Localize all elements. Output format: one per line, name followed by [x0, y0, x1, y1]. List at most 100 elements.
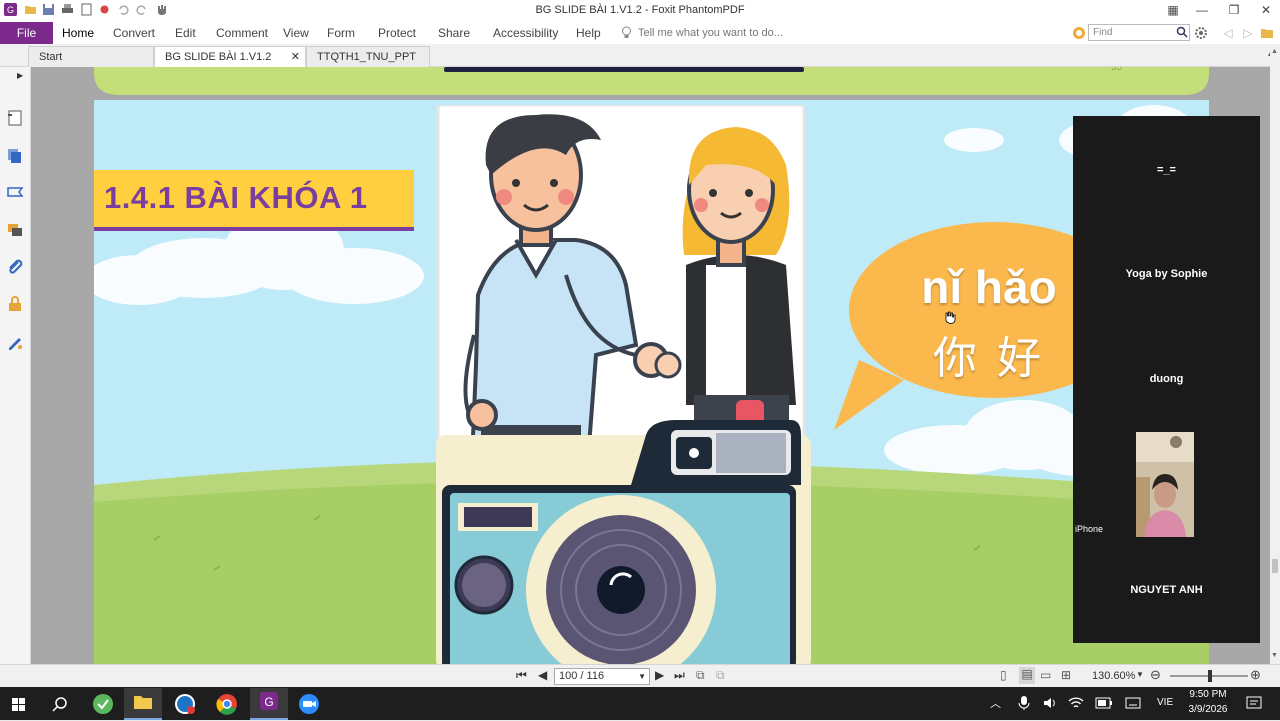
clock-date[interactable]: 3/9/2026 [1184, 704, 1232, 715]
volume-icon[interactable] [1042, 695, 1058, 711]
folder-icon [134, 696, 152, 709]
scroll-down-icon[interactable]: ▼ [1271, 652, 1278, 659]
bookmarks-icon[interactable] [6, 184, 24, 202]
scroll-thumb[interactable] [1272, 559, 1278, 573]
tell-me-search[interactable]: Tell me what you want to do... [638, 27, 783, 39]
document-tabs: Start BG SLIDE BÀI 1.V1.2 ✕ TTQTH1_TNU_PP… [0, 44, 1280, 83]
tab-ttqth1[interactable]: TTQTH1_TNU_PPT B... [306, 46, 430, 83]
menu-edit[interactable]: Edit [175, 26, 196, 40]
window-title: BG SLIDE BÀI 1.V1.2 - Foxit PhantomPDF [535, 4, 745, 16]
app-green-icon[interactable] [84, 691, 122, 719]
ribbon-menu: File Home Convert Edit Comment View Form… [0, 22, 1280, 44]
menu-comment[interactable]: Comment [216, 26, 268, 40]
tab-bg-slide[interactable]: BG SLIDE BÀI 1.V1.2 ✕ [154, 46, 306, 67]
slide-page: 1.4.1 BÀI KHÓA 1 nǐ hǎo 你 好 [94, 100, 1209, 664]
attachments-icon[interactable] [6, 258, 24, 276]
handshake-illustration [436, 105, 811, 664]
single-page-icon[interactable]: ▯ [1000, 668, 1007, 682]
previous-page-bottom [94, 67, 1209, 95]
previous-page-number: 35 [1111, 67, 1123, 73]
zoom-slider-thumb[interactable] [1208, 670, 1212, 682]
participant-name: iPhone [1075, 524, 1104, 534]
menu-help[interactable]: Help [576, 26, 601, 40]
menu-form[interactable]: Form [327, 26, 355, 40]
windows-start-icon[interactable] [0, 691, 38, 719]
clock-time[interactable]: 9:50 PM [1184, 689, 1232, 700]
find-input[interactable]: Find [1088, 24, 1190, 41]
participant-name: NGUYET ANH [1130, 584, 1203, 596]
menu-view[interactable]: View [283, 26, 309, 40]
file-explorer-taskbar-button[interactable] [124, 688, 162, 720]
zoom-out-icon[interactable]: ⊖ [1150, 667, 1161, 683]
foxit-taskbar-button[interactable]: G [250, 688, 288, 720]
page-thumbnails-icon[interactable] [6, 109, 24, 127]
hand-cursor-icon [945, 311, 956, 324]
comments-icon[interactable] [6, 221, 24, 239]
lightbulb-icon [622, 26, 631, 38]
page-number-input[interactable]: 100 / 116 ▼ [554, 668, 650, 685]
next-result-icon[interactable]: ▷ [1238, 26, 1258, 40]
tab-label: Start [39, 51, 63, 63]
svg-text:G: G [264, 695, 273, 709]
participant-name: Yoga by Sophie [1125, 268, 1208, 280]
notifications-icon[interactable] [1246, 695, 1262, 711]
slide-heading: 1.4.1 BÀI KHÓA 1 [104, 180, 368, 215]
participant-video-thumbnail[interactable] [1136, 432, 1194, 537]
folder-search-icon[interactable] [1260, 26, 1274, 40]
microphone-icon[interactable] [1018, 695, 1030, 711]
skype-icon[interactable] [166, 691, 204, 719]
participant-name: =_= [1157, 164, 1176, 176]
next-view-icon[interactable]: ⧉ [716, 668, 725, 683]
navigation-sidebar: ▶ [0, 67, 31, 664]
chevron-down-icon[interactable]: ▼ [638, 669, 646, 684]
prev-result-icon[interactable]: ◁ [1218, 26, 1238, 40]
input-language[interactable]: VIE [1157, 697, 1173, 708]
layers-icon[interactable] [6, 147, 24, 165]
battery-icon[interactable] [1095, 696, 1113, 710]
search-icon[interactable] [42, 691, 80, 719]
restore-icon[interactable]: ❐ [1224, 3, 1244, 17]
zoom-level[interactable]: 130.60% [1092, 670, 1135, 682]
last-page-icon[interactable]: ⏭ [674, 668, 685, 683]
first-page-icon[interactable]: ⏮ [516, 668, 527, 683]
next-page-icon[interactable]: ▶ [655, 668, 664, 682]
close-icon[interactable]: ✕ [1256, 3, 1276, 17]
page-number: 100 / 116 [559, 670, 605, 682]
participant-name: duong [1149, 373, 1184, 385]
signature-icon[interactable] [6, 333, 24, 351]
chrome-icon[interactable] [208, 691, 246, 719]
file-menu-button[interactable]: File [0, 22, 53, 44]
menu-home[interactable]: Home [62, 26, 94, 40]
continuous-page-icon[interactable]: ▤ [1019, 667, 1035, 684]
status-bar: ⏮ ◀ 100 / 116 ▼ ▶ ⏭ ⧉ ⧉ ▯ ▤ ▭ ⊞ 130.60% ▼… [0, 664, 1280, 687]
continuous-facing-icon[interactable]: ⊞ [1061, 668, 1071, 682]
menu-protect[interactable]: Protect [378, 26, 416, 40]
prev-page-icon[interactable]: ◀ [538, 668, 547, 682]
zoom-in-icon[interactable]: ⊕ [1250, 667, 1261, 683]
zoom-dropdown-icon[interactable]: ▼ [1136, 670, 1144, 679]
chevron-up-icon[interactable]: ︿ [990, 695, 1001, 711]
layout-grid-icon[interactable]: ▦ [1163, 3, 1183, 17]
video-participants-panel: =_= Yoga by Sophie duong iPhone NGUYET A… [1073, 116, 1260, 643]
menu-share[interactable]: Share [438, 26, 470, 40]
lock-icon[interactable] [6, 295, 24, 313]
gear-icon[interactable] [1194, 26, 1208, 40]
facing-page-icon[interactable]: ▭ [1040, 668, 1051, 682]
keyboard-icon[interactable] [1125, 696, 1141, 710]
tab-label: BG SLIDE BÀI 1.V1.2 [165, 51, 272, 63]
zoom-icon[interactable] [290, 691, 328, 719]
expand-panel-icon[interactable]: ▶ [17, 71, 23, 80]
previous-view-icon[interactable]: ⧉ [696, 668, 705, 683]
smile-icon[interactable] [1072, 26, 1086, 40]
menu-convert[interactable]: Convert [113, 26, 155, 40]
vertical-scrollbar[interactable]: ▲ ▼ [1270, 44, 1280, 664]
windows-taskbar: G ︿ VIE 9:50 PM 3/9/2026 [0, 687, 1280, 720]
search-icon[interactable] [1176, 26, 1188, 38]
wifi-icon[interactable] [1068, 695, 1084, 711]
tab-close-icon[interactable]: ✕ [291, 47, 300, 67]
tab-start[interactable]: Start [28, 46, 154, 67]
minimize-icon[interactable]: — [1192, 3, 1212, 17]
foxit-pdf-icon: G [260, 692, 278, 710]
scroll-up-icon[interactable]: ▲ [1271, 48, 1278, 55]
menu-accessibility[interactable]: Accessibility [493, 26, 558, 40]
